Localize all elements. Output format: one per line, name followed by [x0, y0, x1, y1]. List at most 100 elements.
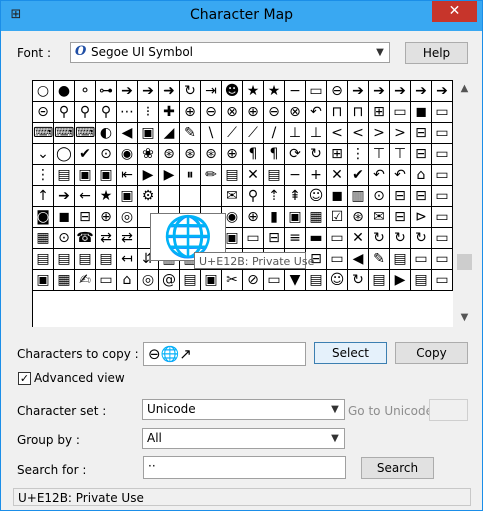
character-cell[interactable]: ↻	[306, 144, 327, 165]
character-cell[interactable]: ⋯	[117, 102, 138, 123]
chevron-down-icon[interactable]: ▼	[327, 401, 343, 418]
character-cell[interactable]: ⊤	[369, 144, 390, 165]
character-cell[interactable]: ▭	[432, 102, 453, 123]
character-cell[interactable]: ▤	[180, 270, 201, 291]
character-cell[interactable]: ⊟	[264, 228, 285, 249]
character-cell[interactable]: ⌂	[411, 165, 432, 186]
character-cell[interactable]: ◎	[117, 207, 138, 228]
character-cell[interactable]: ▤	[306, 270, 327, 291]
character-cell[interactable]: ●	[54, 81, 75, 102]
scroll-up-arrow[interactable]: ▲	[455, 80, 474, 97]
character-cell[interactable]: ▦	[54, 270, 75, 291]
character-cell[interactable]: ⇥	[201, 81, 222, 102]
character-cell[interactable]: ⊙	[369, 186, 390, 207]
character-cell[interactable]: ▣	[117, 186, 138, 207]
character-cell[interactable]: ▮	[264, 207, 285, 228]
character-cell[interactable]: ▣	[138, 123, 159, 144]
character-cell[interactable]: ▬	[306, 228, 327, 249]
character-cell[interactable]: ☎	[75, 228, 96, 249]
character-cell[interactable]: ⊕	[243, 102, 264, 123]
character-cell[interactable]: ◐	[96, 123, 117, 144]
character-cell[interactable]: >	[390, 123, 411, 144]
character-cell[interactable]: ▭	[432, 270, 453, 291]
character-cell[interactable]: ✕	[243, 165, 264, 186]
character-cell[interactable]: ⊶	[96, 81, 117, 102]
character-cell[interactable]: ⊙	[54, 228, 75, 249]
character-cell[interactable]: ⌨	[33, 123, 54, 144]
character-cell[interactable]: ✚	[159, 102, 180, 123]
character-cell[interactable]: ⊥	[306, 123, 327, 144]
character-cell[interactable]: ▭	[327, 249, 348, 270]
character-cell[interactable]: ▭	[327, 228, 348, 249]
character-cell[interactable]: ▭	[243, 228, 264, 249]
character-cell[interactable]: ⊕	[180, 102, 201, 123]
character-cell[interactable]: ▭	[432, 186, 453, 207]
character-cell[interactable]: ⟋	[222, 123, 243, 144]
character-cell[interactable]: ↻	[348, 270, 369, 291]
character-cell[interactable]: ⌄	[33, 144, 54, 165]
character-cell[interactable]: ★	[243, 81, 264, 102]
character-cell[interactable]: ⊓	[327, 102, 348, 123]
character-cell[interactable]: ➔	[138, 81, 159, 102]
character-cell[interactable]: ★	[96, 186, 117, 207]
title-bar[interactable]: ⊞ Character Map ✕	[1, 1, 482, 31]
character-cell[interactable]: ⚬	[75, 81, 96, 102]
character-cell[interactable]: ◎	[138, 270, 159, 291]
character-cell[interactable]: ✎	[180, 123, 201, 144]
go-to-unicode-field[interactable]	[429, 399, 468, 421]
character-cell[interactable]: ✍	[75, 270, 96, 291]
character-cell[interactable]: ✔	[75, 144, 96, 165]
character-cell[interactable]: ⊟	[411, 186, 432, 207]
character-cell[interactable]: ▣	[75, 165, 96, 186]
character-cell[interactable]: ✉	[369, 207, 390, 228]
character-cell[interactable]: <	[348, 123, 369, 144]
character-cell[interactable]: ⊥	[285, 123, 306, 144]
character-cell[interactable]: ⚲	[96, 102, 117, 123]
character-cell[interactable]: ▭	[432, 249, 453, 270]
chevron-down-icon[interactable]: ▼	[372, 44, 388, 61]
character-cell[interactable]: −	[285, 81, 306, 102]
character-cell[interactable]: ✕	[348, 228, 369, 249]
character-cell[interactable]: ⏸	[180, 165, 201, 186]
character-cell[interactable]: ⚲	[75, 102, 96, 123]
character-cell[interactable]: ⊗	[285, 102, 306, 123]
character-cell[interactable]: ⊳	[411, 207, 432, 228]
character-cell[interactable]: ○	[33, 81, 54, 102]
advanced-view-checkbox[interactable]: ✓	[18, 372, 31, 385]
character-cell[interactable]: ⊓	[348, 102, 369, 123]
character-cell[interactable]: ⇡	[264, 186, 285, 207]
character-cell[interactable]: ✂	[222, 270, 243, 291]
character-cell[interactable]: ¶	[243, 144, 264, 165]
character-cell[interactable]: ⊟	[411, 123, 432, 144]
character-cell[interactable]: ⊝	[33, 102, 54, 123]
character-cell[interactable]: ↻	[411, 228, 432, 249]
character-cell[interactable]: ⊟	[390, 186, 411, 207]
character-cell[interactable]: ❀	[138, 144, 159, 165]
character-grid[interactable]: ○ ● ⚬ ⊶ ➔ ➔ ➜ ↻ ⇥ ☻ ★ ★ − ▭ ⊖ ➔ ➔ ➔ ➔ ➔ ⊝ ⚲ ⚲ ⚲ ⋯ ⁝ ✚ ⊕ ⊖ ⊗ ⊕ ⊖ ⊗ ↶ ⊓ ⊓ ⊞ ▭ ◼ ▭…	[32, 80, 453, 327]
character-cell[interactable]	[201, 186, 222, 207]
character-cell[interactable]: ⟳	[285, 144, 306, 165]
character-cell[interactable]: ↤	[117, 249, 138, 270]
character-cell[interactable]: ◼	[411, 102, 432, 123]
character-cell[interactable]: ▤	[222, 165, 243, 186]
character-cell[interactable]: ⊕	[222, 144, 243, 165]
character-cell[interactable]: ⊛	[348, 207, 369, 228]
character-cell[interactable]: ◙	[33, 207, 54, 228]
character-cell[interactable]: ↻	[369, 228, 390, 249]
character-cell[interactable]: ⋮	[348, 144, 369, 165]
character-cell[interactable]: ⊛	[159, 144, 180, 165]
character-cell[interactable]: ⊤	[390, 144, 411, 165]
character-cell[interactable]: ⊗	[222, 102, 243, 123]
grid-scrollbar[interactable]: ▲ ▼	[455, 80, 474, 326]
character-cell[interactable]: ⊟	[390, 207, 411, 228]
scroll-down-arrow[interactable]: ▼	[455, 309, 474, 326]
character-cell[interactable]: ◀	[348, 249, 369, 270]
character-cell[interactable]: ▭	[306, 81, 327, 102]
character-cell[interactable]: ⊖	[327, 81, 348, 102]
character-cell[interactable]: ▭	[432, 228, 453, 249]
character-cell[interactable]: ☺	[306, 186, 327, 207]
character-cell[interactable]: ◉	[117, 144, 138, 165]
character-cell[interactable]: ➔	[54, 186, 75, 207]
character-cell[interactable]: +	[306, 165, 327, 186]
character-cell[interactable]: ⌂	[117, 270, 138, 291]
